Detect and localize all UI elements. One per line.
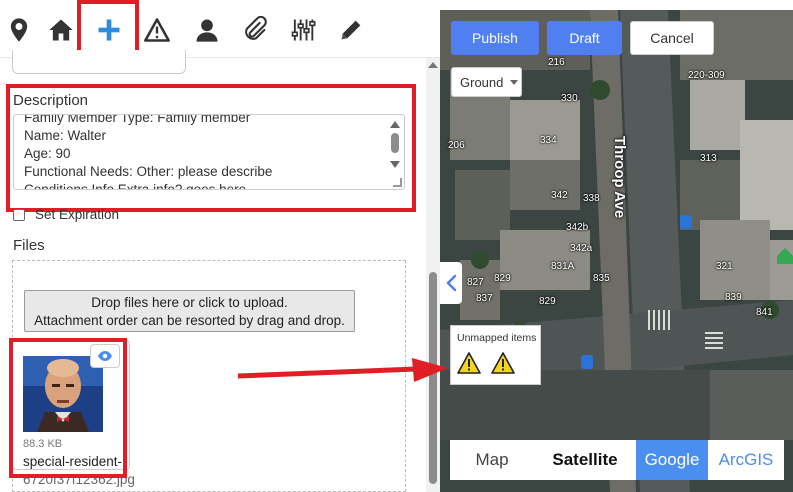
annotation-arrow-icon [237,358,448,382]
building-label: 829 [494,273,511,284]
map-view[interactable]: 216 220-309 330 206 334 313 342 338 342b… [440,10,793,492]
map-provider-google[interactable]: Google [636,440,708,480]
building-label: 313 [700,153,717,164]
collapse-panel-button[interactable] [440,262,462,304]
pencil-icon[interactable] [334,13,368,47]
files-label: Files [13,237,45,254]
sliders-icon[interactable] [286,13,320,47]
map-type-satellite[interactable]: Satellite [534,440,636,480]
location-pin-icon[interactable] [2,13,36,47]
street-label: Throop Ave [611,136,628,219]
warning-icon[interactable] [491,352,515,374]
building-label: 342b [566,222,589,233]
unmapped-items-title: Unmapped items [457,332,537,344]
warning-icon[interactable] [457,352,481,374]
cancel-button[interactable]: Cancel [630,21,714,55]
building-label: 334 [540,135,557,146]
building-label: 342a [570,243,593,254]
building-label: 829 [539,296,556,307]
upload-line-2: Attachment order can be resorted by drag… [34,313,345,328]
building-label: 837 [476,293,493,304]
user-icon[interactable] [190,13,224,47]
building-label: 841 [756,307,773,318]
panel-scrollbar[interactable] [426,58,440,492]
floor-select-value: Ground [460,74,504,90]
chevron-down-icon [510,79,519,85]
chevron-left-icon [446,274,457,292]
previous-field[interactable] [12,50,186,74]
upload-line-1: Drop files here or click to upload. [91,295,288,310]
annotation-box-attachment [9,338,127,478]
expiration-checkbox[interactable] [13,208,25,221]
paperclip-icon[interactable] [238,13,272,47]
building-label: 342 [551,190,568,201]
building-label: 835 [593,273,610,284]
scroll-up-arrow-icon[interactable] [428,62,438,68]
building-label: 839 [725,292,742,303]
draft-button[interactable]: Draft [547,21,622,55]
building-label: 321 [716,261,733,272]
map-provider-arcgis[interactable]: ArcGIS [708,440,784,480]
home-icon[interactable] [44,13,78,47]
building-label: 206 [448,140,465,151]
building-label: 338 [583,193,600,204]
upload-button[interactable]: Drop files here or click to upload. Atta… [24,290,355,332]
edit-panel: Description Family Member Type: Family m… [0,0,440,492]
publish-button[interactable]: Publish [451,21,539,55]
map-type-map[interactable]: Map [450,440,534,480]
building-label: 220-309 [688,70,725,81]
warning-icon[interactable] [140,13,174,47]
annotation-box-description [6,84,416,212]
building-label: 827 [467,277,484,288]
building-label: 831A [551,261,575,272]
set-expiration[interactable]: Set Expiration [13,207,119,222]
floor-select[interactable]: Ground [451,67,522,97]
map-type-switcher: Map Satellite Google ArcGIS [450,440,784,480]
building-label: 330 [561,93,578,104]
building-label: 216 [548,57,565,68]
unmapped-items-panel: Unmapped items [450,325,541,385]
expiration-label: Set Expiration [35,207,120,222]
